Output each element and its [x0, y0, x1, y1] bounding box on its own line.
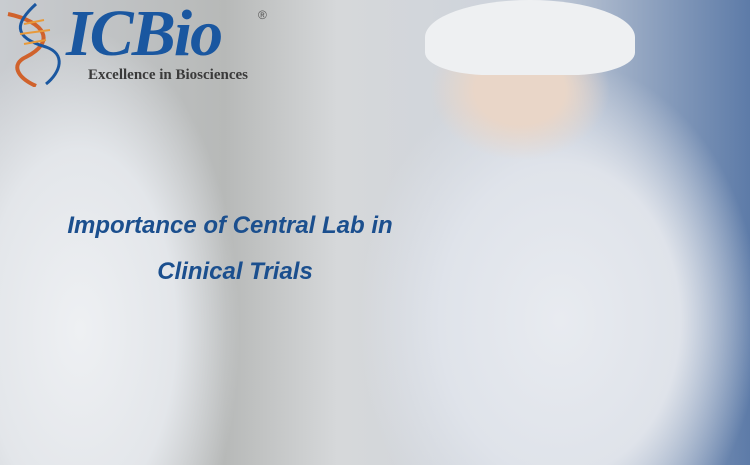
- logo-tagline: Excellence in Biosciences: [88, 67, 248, 83]
- registered-mark: ®: [258, 8, 267, 22]
- logo-brand: ICBio: [66, 0, 223, 70]
- headline-line-1: Importance of Central Lab in: [67, 212, 393, 239]
- icbio-logo: ICBio ® Excellence in Biosciences: [6, 0, 276, 87]
- hairnet: [425, 0, 635, 75]
- headline-line-2: Clinical Trials: [157, 258, 313, 285]
